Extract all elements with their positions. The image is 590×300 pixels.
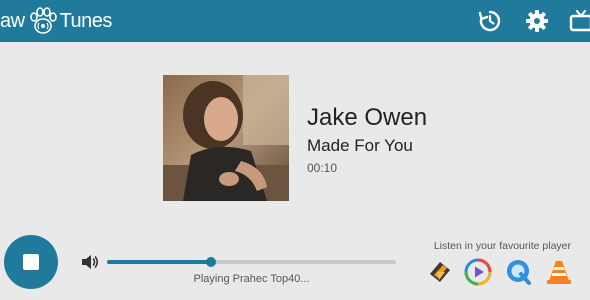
paw-logo-icon (29, 7, 57, 34)
tv-icon[interactable] (569, 9, 590, 33)
volume-slider-handle[interactable] (206, 257, 217, 267)
playback-status: Playing Prahec Top40... (193, 273, 310, 285)
volume-slider[interactable] (107, 257, 396, 267)
quicktime-icon[interactable] (505, 258, 533, 286)
logo-text-prefix: aw (0, 9, 25, 32)
app-window: aw Tunes Jake Owen Made For You 00:10 Pl… (0, 0, 590, 300)
stop-icon (23, 254, 39, 270)
artist-name: Jake Owen (307, 104, 428, 131)
external-players-label: Listen in your favourite player (433, 240, 571, 252)
logo-text-suffix: Tunes (59, 9, 113, 32)
winamp-icon[interactable] (426, 258, 454, 286)
album-cover-image (163, 75, 289, 201)
elapsed-time: 00:10 (307, 161, 338, 175)
song-title: Made For You (307, 136, 413, 155)
album-cover (163, 75, 289, 201)
track-info: Jake Owen Made For You 00:10 (307, 104, 427, 176)
windows-media-player-icon[interactable] (464, 258, 492, 286)
settings-icon[interactable] (525, 9, 549, 33)
header-bar: aw Tunes (0, 0, 590, 42)
volume-slider-fill (107, 260, 212, 264)
volume-icon[interactable] (80, 252, 100, 272)
history-icon[interactable] (478, 9, 502, 33)
vlc-icon[interactable] (545, 258, 573, 286)
app-logo[interactable]: aw Tunes (0, 4, 112, 38)
stop-button[interactable] (4, 235, 58, 289)
